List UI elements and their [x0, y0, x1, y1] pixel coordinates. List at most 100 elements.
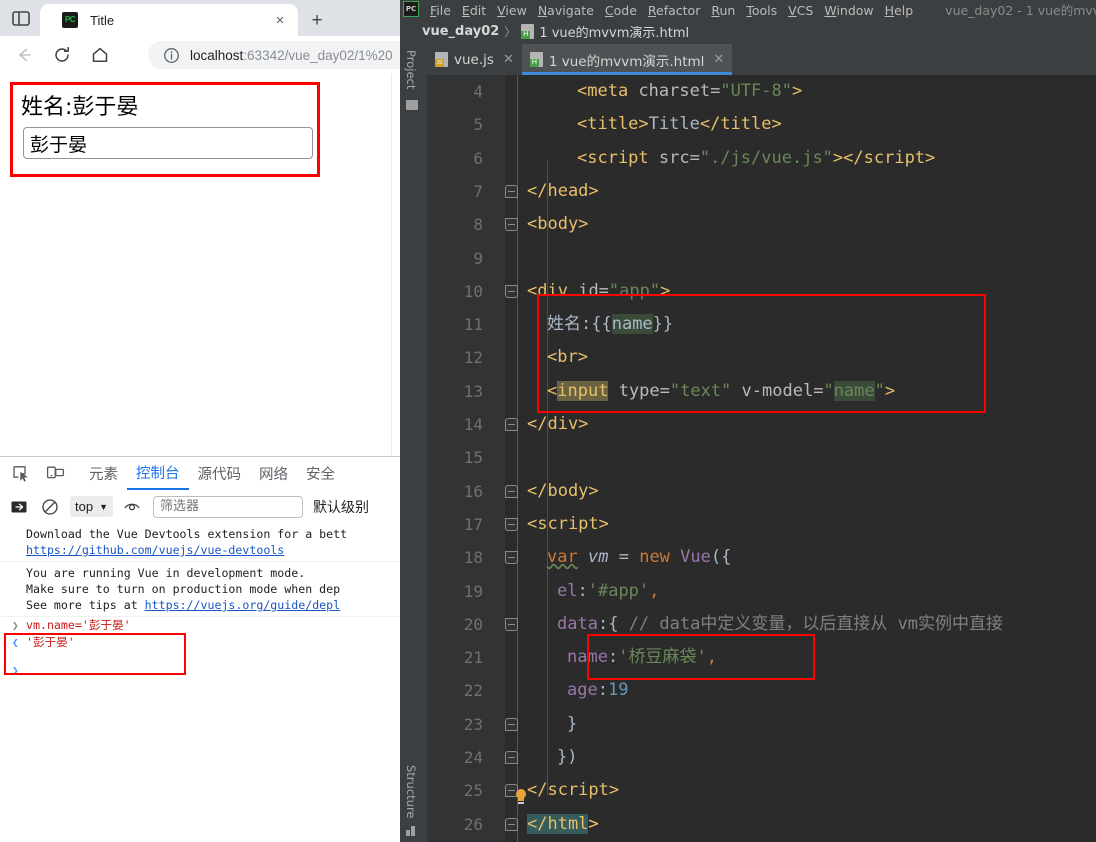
editor-tab-vuejs[interactable]: vue.js ✕	[427, 44, 522, 75]
address-bar-text: localhost:63342/vue_day02/1%20	[190, 48, 393, 63]
console-message: Download the Vue Devtools extension for …	[0, 523, 400, 562]
new-tab-button[interactable]: +	[304, 8, 330, 32]
code-line[interactable]: 21 name:'桥豆麻袋',	[427, 641, 1096, 674]
ide-tool-sidebar: Project Structure	[400, 44, 428, 842]
name-input[interactable]	[23, 127, 313, 159]
menu-code[interactable]: Code	[605, 3, 637, 18]
code-line[interactable]: 11 姓名:{{name}}	[427, 308, 1096, 341]
fold-close-icon[interactable]	[505, 751, 518, 764]
breadcrumb-project[interactable]: vue_day02	[422, 24, 499, 39]
code-line[interactable]: 17 <script>	[427, 508, 1096, 541]
sidebar-item-structure[interactable]: Structure	[404, 765, 418, 819]
line-number: 5	[473, 115, 483, 135]
line-number: 12	[463, 348, 483, 368]
inspect-element-icon[interactable]	[8, 461, 34, 487]
sidebar-item-project[interactable]: Project	[404, 50, 418, 89]
page-scrollbar[interactable]	[391, 74, 400, 456]
code-line[interactable]: 23}	[427, 708, 1096, 741]
no-entry-icon[interactable]	[38, 495, 62, 519]
back-icon[interactable]	[10, 41, 38, 69]
code-editor[interactable]: 4 <meta charset="UTF-8"> 5 <title>Title</ti…	[427, 75, 1096, 842]
code-line[interactable]: 26 </html>	[427, 808, 1096, 841]
line-number: 21	[463, 648, 483, 668]
filter-input[interactable]	[153, 495, 303, 518]
code-text: <meta charset="UTF-8">	[577, 81, 803, 101]
tab-search-icon[interactable]	[10, 7, 32, 29]
code-line[interactable]: 18 var vm = new Vue({	[427, 541, 1096, 574]
code-text: </div>	[527, 414, 589, 434]
clear-console-icon[interactable]	[7, 495, 31, 519]
menu-navigate[interactable]: Navigate	[538, 3, 594, 18]
menu-tools[interactable]: Tools	[746, 3, 777, 18]
address-bar[interactable]: localhost:63342/vue_day02/1%20	[148, 41, 400, 69]
tab-console[interactable]: 控制台	[127, 457, 189, 490]
tab-elements[interactable]: 元素	[80, 458, 127, 490]
console-message-text: You are running Vue in development mode.	[26, 566, 306, 580]
fold-close-icon[interactable]	[505, 184, 518, 198]
intention-bulb-icon[interactable]	[514, 789, 528, 805]
menu-run[interactable]: Run	[711, 3, 735, 18]
devtools-link[interactable]: https://github.com/vuejs/vue-devtools	[26, 543, 284, 557]
line-number: 20	[463, 614, 483, 634]
eye-icon[interactable]	[120, 495, 144, 519]
code-lines[interactable]: 4 <meta charset="UTF-8"> 5 <title>Title</ti…	[427, 75, 1096, 842]
console-message-text: Make sure to turn on production mode whe…	[26, 582, 341, 596]
close-icon[interactable]: ✕	[713, 53, 724, 66]
breadcrumb-file[interactable]: 1 vue的mvvm演示.html	[539, 22, 689, 41]
code-line[interactable]: 10 <div id="app">	[427, 275, 1096, 308]
log-levels-selector[interactable]: 默认级别	[313, 497, 369, 517]
code-line[interactable]: 5 <title>Title</title>	[427, 108, 1096, 141]
folder-icon	[406, 100, 418, 110]
fold-open-icon[interactable]	[505, 551, 518, 565]
code-line[interactable]: 22 age:19	[427, 674, 1096, 707]
code-line[interactable]: 7 </head>	[427, 175, 1096, 208]
menu-window[interactable]: Window	[824, 3, 873, 18]
close-icon[interactable]: ✕	[503, 53, 514, 66]
browser-tab[interactable]: PC Title ×	[40, 4, 298, 36]
menu-help[interactable]: Help	[885, 3, 914, 18]
menu-view[interactable]: View	[497, 3, 527, 18]
menu-file[interactable]: File	[430, 3, 451, 18]
reload-icon[interactable]	[48, 41, 76, 69]
code-line[interactable]: 16 </body>	[427, 475, 1096, 508]
url-path: :63342/vue_day02/1%20	[243, 47, 393, 63]
fold-open-icon[interactable]	[505, 517, 518, 531]
code-text: 姓名:{{name}}	[547, 314, 674, 335]
execution-context-selector[interactable]: top ▼	[70, 496, 113, 517]
code-line[interactable]: 4 <meta charset="UTF-8">	[427, 75, 1096, 108]
fold-open-icon[interactable]	[505, 284, 518, 298]
menu-refactor[interactable]: Refactor	[648, 3, 700, 18]
code-line[interactable]: 24})	[427, 741, 1096, 774]
fold-close-icon[interactable]	[505, 484, 518, 498]
code-line[interactable]: 14 </div>	[427, 408, 1096, 441]
fold-close-icon[interactable]	[505, 817, 518, 831]
tab-network[interactable]: 网络	[250, 458, 297, 490]
chevron-down-icon: ▼	[99, 501, 108, 512]
code-line[interactable]: 20 data:{ // data中定义变量，以后直接从 vm实例中直接	[427, 608, 1096, 641]
fold-close-icon[interactable]	[505, 418, 518, 431]
structure-icon	[406, 826, 418, 836]
menu-edit[interactable]: Edit	[462, 3, 486, 18]
code-line[interactable]: 19 el:'#app',	[427, 575, 1096, 608]
tab-sources[interactable]: 源代码	[189, 458, 251, 490]
code-line[interactable]: 13 <input type="text" v-model="name">	[427, 375, 1096, 408]
code-line[interactable]: 9	[427, 242, 1096, 275]
close-icon[interactable]: ×	[270, 10, 290, 30]
info-icon[interactable]	[162, 46, 180, 64]
home-icon[interactable]	[86, 41, 114, 69]
fold-close-icon[interactable]	[505, 717, 518, 731]
code-line[interactable]: 8 <body>	[427, 208, 1096, 241]
vuejs-guide-link[interactable]: https://vuejs.org/guide/depl	[145, 598, 340, 612]
menu-vcs[interactable]: VCS	[788, 3, 813, 18]
editor-tab-mvvm-html[interactable]: 1 vue的mvvm演示.html ✕	[521, 44, 733, 75]
tab-security[interactable]: 安全	[297, 458, 344, 490]
code-text: })	[557, 747, 578, 767]
code-text: </html>	[527, 813, 599, 834]
code-line[interactable]: 12 <br>	[427, 341, 1096, 374]
code-line[interactable]: 15	[427, 441, 1096, 474]
fold-open-icon[interactable]	[505, 617, 518, 631]
code-line[interactable]: 6 <script src="./js/vue.js"></script>	[427, 142, 1096, 175]
fold-open-icon[interactable]	[505, 218, 518, 232]
device-toolbar-icon[interactable]	[42, 461, 68, 487]
console-output[interactable]: Download the Vue Devtools extension for …	[0, 523, 400, 842]
